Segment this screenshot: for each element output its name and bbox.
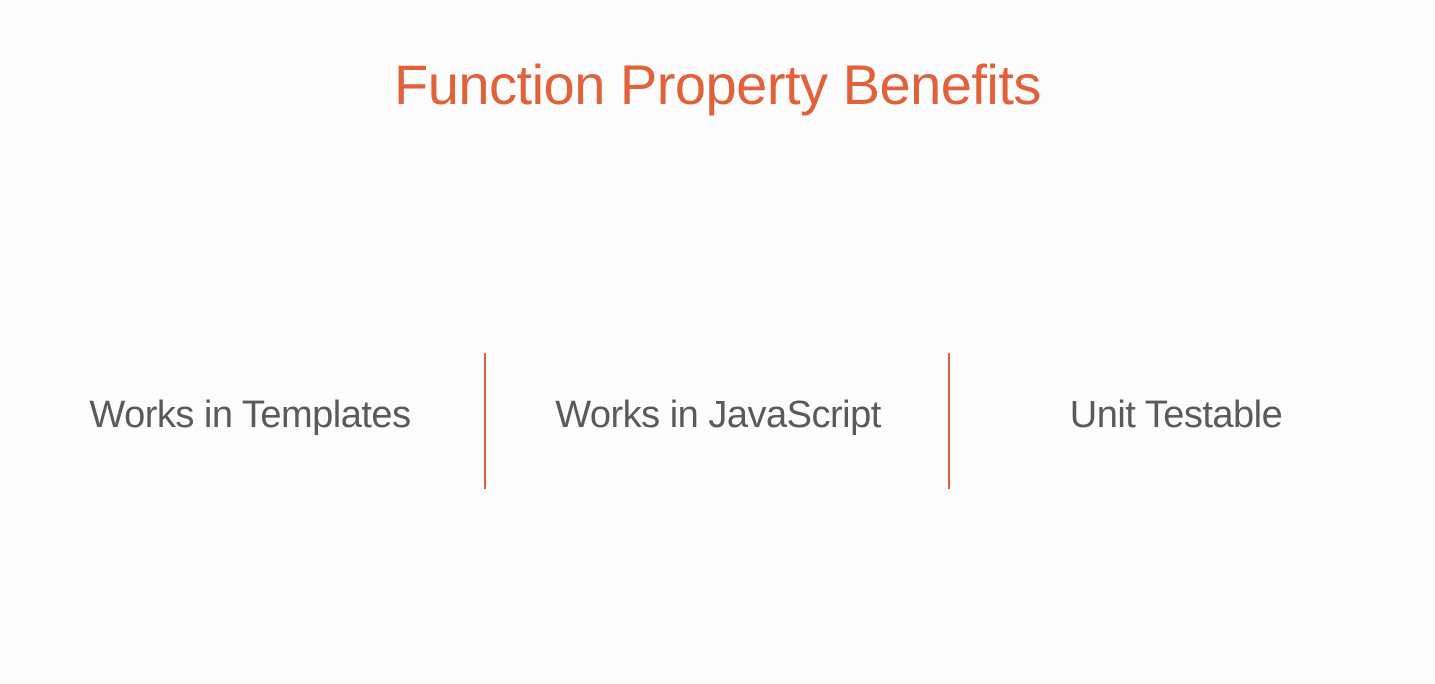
benefit-works-in-templates: Works in Templates [89,394,411,436]
divider [948,353,950,489]
benefit-unit-testable: Unit Testable [1069,394,1283,436]
benefit-works-in-javascript: Works in JavaScript [555,394,881,436]
divider [484,353,486,489]
slide-title: Function Property Benefits [394,53,1041,116]
